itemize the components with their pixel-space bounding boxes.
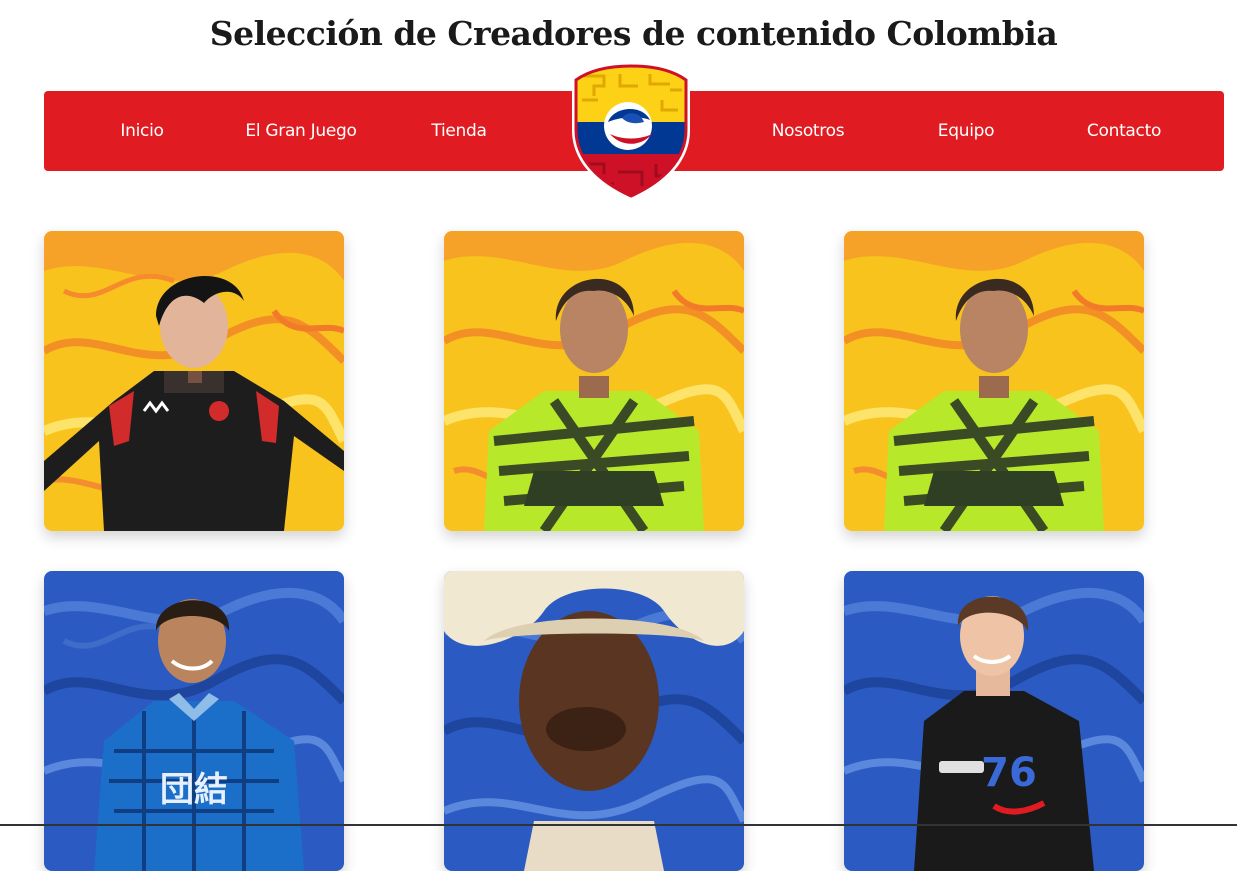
nav-link-tienda[interactable]: Tienda	[431, 91, 487, 171]
creator-card-4[interactable]: 団結	[44, 571, 344, 871]
svg-text:76: 76	[981, 750, 1037, 796]
creator-card-5[interactable]	[444, 571, 744, 871]
creator-photo	[44, 231, 344, 531]
svg-text:団結: 団結	[160, 770, 228, 810]
creator-card-1[interactable]	[44, 231, 344, 531]
creator-photo	[444, 571, 744, 871]
colombia-shield-crest-icon[interactable]	[570, 60, 692, 200]
nav-link-nosotros[interactable]: Nosotros	[772, 91, 845, 171]
nav-link-el-gran-juego[interactable]: El Gran Juego	[245, 91, 356, 171]
creator-card-6[interactable]: 76	[844, 571, 1144, 871]
creator-card-2[interactable]	[444, 231, 744, 531]
creator-photo	[844, 231, 1144, 531]
nav-link-inicio[interactable]: Inicio	[120, 91, 163, 171]
creator-photo: 団結	[44, 571, 344, 871]
page-title: Selección de Creadores de contenido Colo…	[209, 14, 1058, 53]
creator-photo	[444, 231, 744, 531]
creator-card-3[interactable]	[844, 231, 1144, 531]
nav-link-equipo[interactable]: Equipo	[938, 91, 995, 171]
nav-link-contacto[interactable]: Contacto	[1087, 91, 1161, 171]
creator-photo: 76	[844, 571, 1144, 871]
